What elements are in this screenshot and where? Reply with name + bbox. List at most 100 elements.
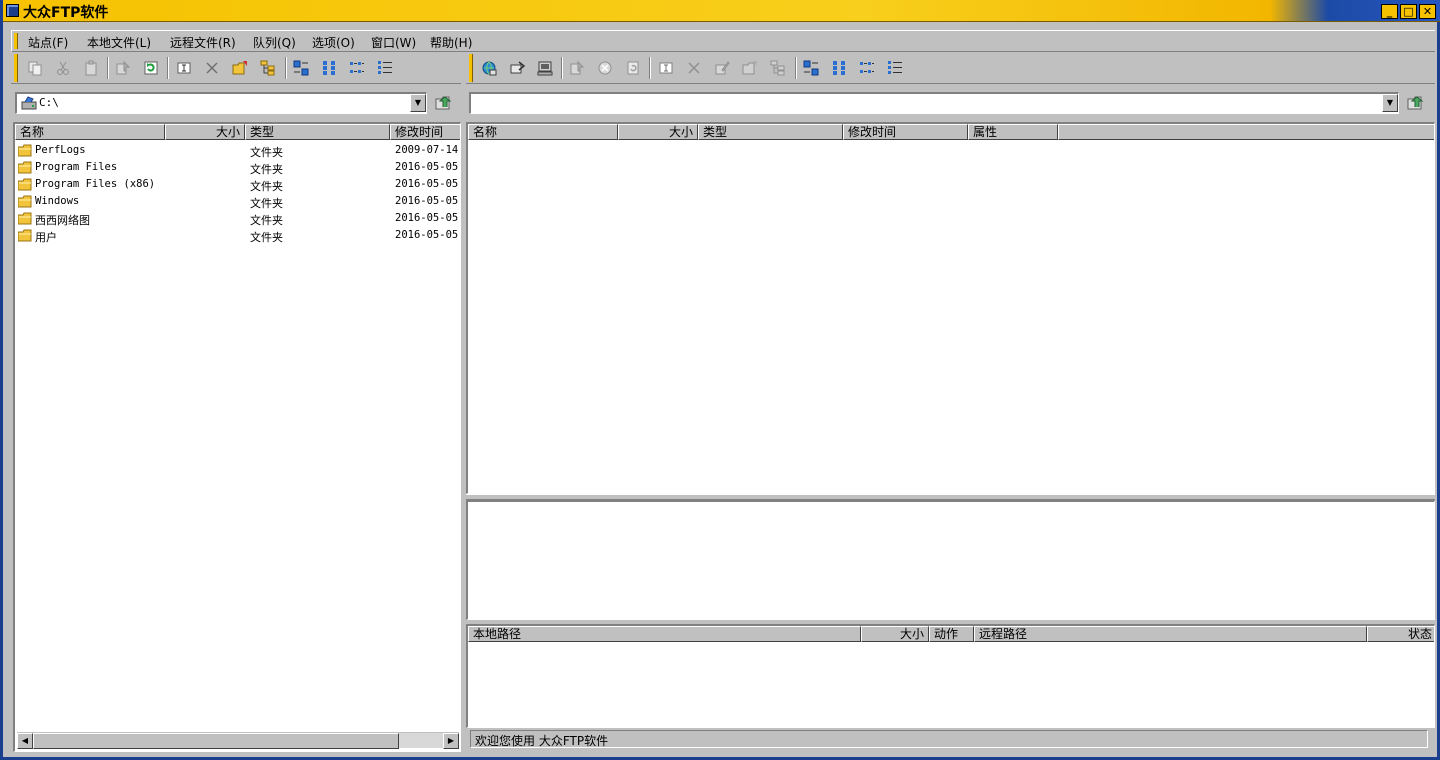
column-header-size[interactable]: 大小 [618, 124, 698, 140]
column-header-filler [1058, 124, 1434, 140]
transfer-queue-list[interactable]: 本地路径 大小 动作 远程路径 状态 [466, 624, 1435, 728]
app-icon[interactable] [6, 4, 19, 17]
file-type: 文件夹 [250, 231, 283, 244]
download-icon[interactable] [566, 57, 588, 79]
table-row[interactable]: PerfLogs 文件夹 2009-07-14 [15, 142, 460, 159]
remote-delete-icon[interactable] [683, 57, 705, 79]
chevron-down-icon[interactable]: ▼ [1382, 94, 1398, 112]
menu-site[interactable]: 站点(F) [28, 34, 68, 51]
remote-refresh-icon[interactable] [622, 57, 644, 79]
remote-small-icons-view-icon[interactable] [828, 57, 850, 79]
reconnect-icon[interactable] [506, 57, 528, 79]
scroll-thumb[interactable] [33, 733, 399, 749]
refresh-icon[interactable] [140, 57, 162, 79]
copy-icon[interactable] [24, 57, 46, 79]
column-header-status[interactable]: 状态 [1367, 626, 1434, 642]
stop-icon[interactable] [594, 57, 616, 79]
file-modified: 2016-05-05 [395, 212, 459, 224]
minimize-button[interactable]: _ [1381, 4, 1398, 19]
file-modified: 2016-05-05 [395, 161, 459, 173]
local-list-header: 名称 大小 类型 修改时间 [15, 124, 460, 140]
maximize-button[interactable]: □ [1400, 4, 1417, 19]
remote-rename-icon[interactable] [655, 57, 677, 79]
menu-remote-file[interactable]: 远程文件(R) [170, 34, 236, 51]
remote-edit-icon[interactable] [711, 57, 733, 79]
remote-file-list[interactable]: 名称 大小 类型 修改时间 属性 [466, 122, 1435, 494]
column-header-local-path[interactable]: 本地路径 [468, 626, 861, 642]
remote-details-view-icon[interactable] [884, 57, 906, 79]
rename-icon[interactable] [173, 57, 195, 79]
column-header-name[interactable]: 名称 [15, 124, 165, 140]
folder-icon [18, 178, 32, 191]
file-modified: 2016-05-05 [395, 229, 459, 241]
remote-path-combo[interactable]: ▼ [469, 92, 1399, 114]
delete-icon[interactable] [201, 57, 223, 79]
column-header-type[interactable]: 类型 [245, 124, 390, 140]
scroll-left-arrow[interactable]: ◀ [17, 733, 33, 749]
local-file-list[interactable]: 名称 大小 类型 修改时间 PerfLogs 文件夹 2009-07-14 Pr… [13, 122, 461, 752]
file-name: 西西网络图 [35, 214, 90, 227]
table-row[interactable]: Windows 文件夹 2016-05-05 [15, 193, 460, 210]
paste-icon[interactable] [80, 57, 102, 79]
disconnect-icon[interactable] [534, 57, 556, 79]
folder-icon [18, 212, 32, 225]
remote-panel: ▼ 名称 大小 类型 修改时间 属性 本地路径 大小 动作 远程路径 状态 欢迎… [466, 52, 1435, 752]
folder-icon [18, 229, 32, 242]
local-path-combo[interactable]: C:\ ▼ [15, 92, 427, 114]
new-folder-icon[interactable] [229, 57, 251, 79]
file-type: 文件夹 [250, 163, 283, 176]
file-name: 用户 [35, 231, 57, 244]
column-header-name[interactable]: 名称 [468, 124, 618, 140]
remote-parent-folder-button[interactable] [1405, 92, 1429, 114]
folder-up-icon [1407, 96, 1424, 110]
column-header-modified[interactable]: 修改时间 [843, 124, 968, 140]
file-type: 文件夹 [250, 197, 283, 210]
remote-large-icons-view-icon[interactable] [800, 57, 822, 79]
status-text: 欢迎您使用 大众FTP软件 [475, 734, 609, 748]
table-row[interactable]: Program Files 文件夹 2016-05-05 [15, 159, 460, 176]
menu-help[interactable]: 帮助(H) [430, 34, 472, 51]
large-icons-view-icon[interactable] [290, 57, 312, 79]
app-window: 大众FTP软件 _ □ ✕ 站点(F) 本地文件(L) 远程文件(R) 队列(Q… [0, 0, 1440, 760]
menu-window[interactable]: 窗口(W) [371, 34, 416, 51]
menu-local-file[interactable]: 本地文件(L) [87, 34, 151, 51]
toolbar-grip [14, 54, 18, 82]
table-row[interactable]: 用户 文件夹 2016-05-05 [15, 227, 460, 244]
toolbar-separator [561, 57, 563, 79]
file-name: PerfLogs [35, 144, 86, 156]
column-header-size[interactable]: 大小 [861, 626, 929, 642]
scroll-right-arrow[interactable]: ▶ [443, 733, 459, 749]
toolbar-separator [285, 57, 287, 79]
column-header-action[interactable]: 动作 [929, 626, 974, 642]
menubar-grip [14, 33, 18, 49]
close-button[interactable]: ✕ [1419, 4, 1436, 19]
log-panel[interactable] [466, 500, 1435, 620]
list-view-icon[interactable] [346, 57, 368, 79]
parent-folder-button[interactable] [433, 92, 457, 114]
file-modified: 2016-05-05 [395, 178, 459, 190]
table-row[interactable]: Program Files (x86) 文件夹 2016-05-05 [15, 176, 460, 193]
connect-icon[interactable] [478, 57, 500, 79]
menu-options[interactable]: 选项(O) [312, 34, 355, 51]
remote-folder-tree-icon[interactable] [767, 57, 789, 79]
menu-queue[interactable]: 队列(Q) [253, 34, 296, 51]
column-header-type[interactable]: 类型 [698, 124, 843, 140]
column-header-modified[interactable]: 修改时间 [390, 124, 460, 140]
column-header-remote-path[interactable]: 远程路径 [974, 626, 1367, 642]
horizontal-scrollbar[interactable]: ◀ ▶ [17, 732, 459, 749]
upload-icon[interactable] [112, 57, 134, 79]
column-header-attributes[interactable]: 属性 [968, 124, 1058, 140]
details-view-icon[interactable] [374, 57, 396, 79]
remote-new-folder-icon[interactable] [739, 57, 761, 79]
title-bar[interactable]: 大众FTP软件 _ □ ✕ [3, 0, 1440, 22]
table-row[interactable]: 西西网络图 文件夹 2016-05-05 [15, 210, 460, 227]
chevron-down-icon[interactable]: ▼ [410, 94, 426, 112]
toolbar-separator [107, 57, 109, 79]
column-header-size[interactable]: 大小 [165, 124, 245, 140]
local-path-bar: C:\ ▼ [15, 92, 461, 114]
folder-icon [18, 195, 32, 208]
small-icons-view-icon[interactable] [318, 57, 340, 79]
cut-icon[interactable] [52, 57, 74, 79]
remote-list-view-icon[interactable] [856, 57, 878, 79]
folder-tree-icon[interactable] [257, 57, 279, 79]
